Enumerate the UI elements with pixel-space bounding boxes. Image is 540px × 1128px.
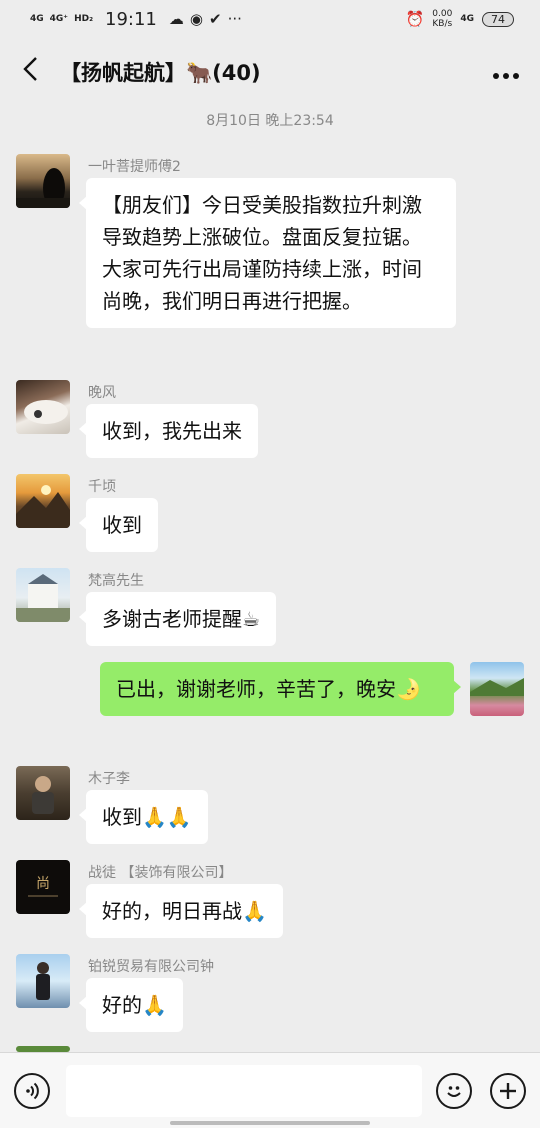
battery-icon: 74 [482, 11, 514, 27]
sender-name: 梵高先生 [88, 573, 144, 589]
message-bubble[interactable]: 好的，明日再战🙏 [79, 884, 283, 938]
avatar[interactable] [16, 474, 70, 528]
chevron-left-icon[interactable] [0, 55, 60, 90]
message-bubble[interactable]: 收到🙏🙏 [79, 790, 208, 844]
message-timestamp: 8月10日 晚上23:54 [206, 113, 334, 129]
avatar[interactable]: 尚 [16, 860, 70, 914]
avatar-self[interactable] [470, 662, 524, 716]
home-indicator [170, 1121, 370, 1125]
check-icon: ✔ [208, 10, 222, 28]
plus-icon[interactable] [490, 1073, 526, 1109]
signal-2-icon: 4G⁺ [49, 13, 69, 24]
sender-name: 战徒 【装饰有限公司】 [88, 865, 233, 881]
avatar[interactable] [16, 154, 70, 208]
message-bubble[interactable]: 收到 [79, 498, 158, 552]
message-bubble[interactable]: 好的🙏 [79, 978, 183, 1032]
more-dots-icon[interactable] [472, 57, 540, 87]
message-bubble[interactable]: 多谢古老师提醒☕ [79, 592, 276, 646]
clock: 19:11 [105, 8, 157, 30]
more-notifications-icon: ··· [227, 10, 242, 28]
sender-name: 千顷 [88, 479, 116, 495]
sender-name: 一叶菩提师傅2 [88, 159, 181, 175]
chat-header: 【扬帆起航】🐂(40) [0, 38, 540, 106]
avatar[interactable] [16, 954, 70, 1008]
sender-name: 木子李 [88, 771, 130, 787]
message-bubble[interactable]: 收到，我先出来 [79, 404, 258, 458]
status-bar: 4G 4G⁺ HD₂ 19:11 ☁ ◉ ✔ ··· ⏰ 0.00 KB/s 4G… [0, 0, 540, 38]
net-speed: 0.00 KB/s [432, 9, 453, 29]
compass-icon: ◉ [189, 10, 203, 28]
net-type-icon: 4G [460, 13, 474, 24]
message-bubble[interactable]: 【朋友们】今日受美股指数拉升刺激导致趋势上涨破位。盘面反复拉锯。大家可先行出局谨… [79, 178, 456, 328]
status-right: ⏰ 0.00 KB/s 4G 74 [406, 9, 514, 29]
avatar[interactable] [16, 766, 70, 820]
input-bar [0, 1052, 540, 1128]
signal-1-icon: 4G [30, 13, 44, 24]
message-input[interactable] [66, 1065, 422, 1117]
sender-name: 铂锐贸易有限公司钟 [88, 959, 214, 975]
avatar[interactable] [16, 568, 70, 622]
message-bubble-self[interactable]: 已出，谢谢老师，辛苦了，晚安🌛 [100, 662, 461, 716]
alarm-icon: ⏰ [405, 10, 425, 28]
chat-title[interactable]: 【扬帆起航】🐂(40) [60, 57, 472, 87]
status-left: 4G 4G⁺ HD₂ 19:11 ☁ ◉ ✔ ··· [30, 9, 242, 30]
voice-icon[interactable] [14, 1073, 50, 1109]
cloud-icon: ☁ [168, 10, 184, 28]
hd-icon: HD₂ [74, 13, 94, 24]
sender-name: 晚风 [88, 385, 116, 401]
avatar[interactable] [16, 380, 70, 434]
emoji-icon[interactable] [436, 1073, 472, 1109]
svg-text:尚: 尚 [36, 876, 50, 892]
